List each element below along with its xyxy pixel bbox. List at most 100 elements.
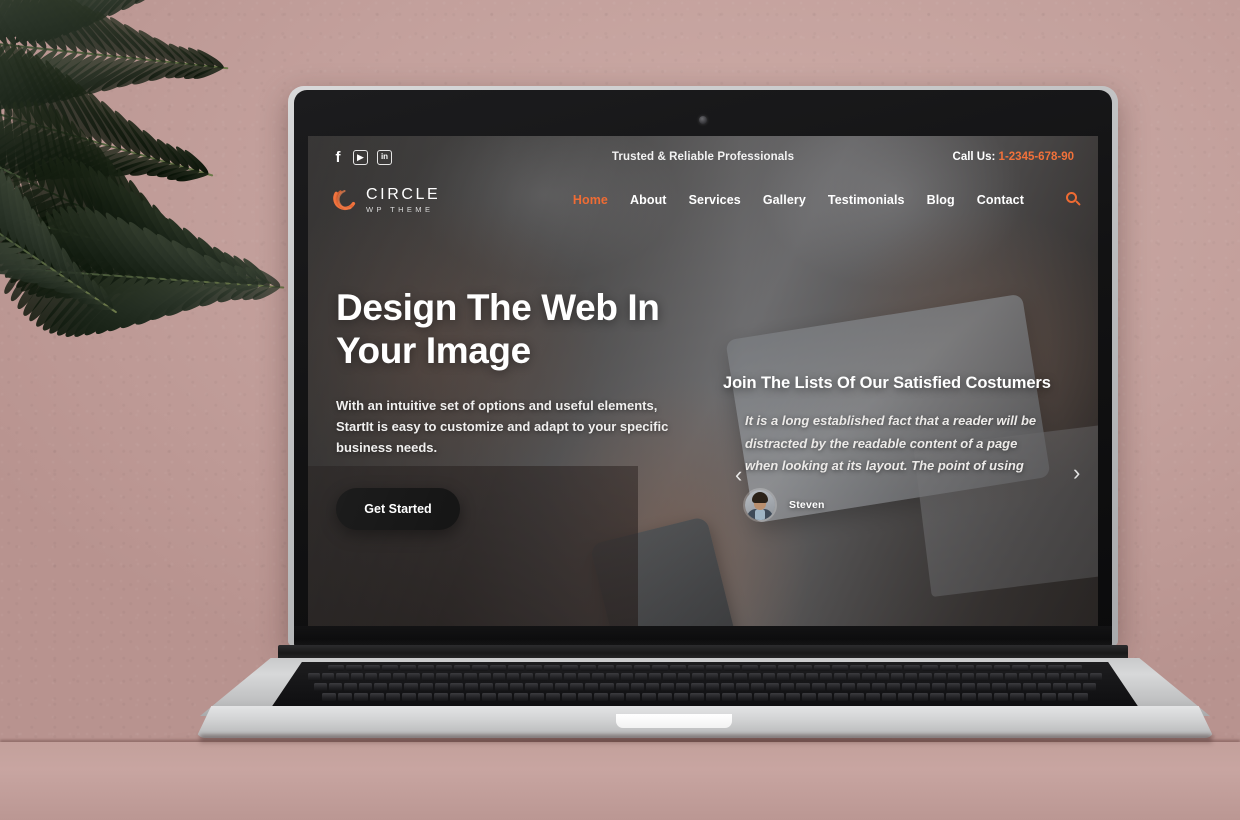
keyboard-key[interactable] [549, 673, 562, 681]
keyboard-key[interactable] [407, 673, 420, 681]
keyboard-key[interactable] [781, 683, 795, 691]
keyboard-key[interactable] [724, 665, 740, 671]
keyboard-key[interactable] [498, 693, 512, 701]
keyboard-key[interactable] [1061, 673, 1074, 681]
keyboard-key[interactable] [645, 683, 659, 691]
keyboard-key[interactable] [819, 673, 832, 681]
keyboard-key[interactable] [454, 665, 470, 671]
keyboard-key[interactable] [435, 673, 449, 681]
keyboard-key[interactable] [580, 665, 596, 671]
keyboard-key[interactable] [962, 693, 976, 701]
keyboard-key[interactable] [1058, 693, 1072, 701]
keyboard-key[interactable] [902, 683, 916, 691]
keyboard-key[interactable] [932, 683, 946, 691]
keyboard-key[interactable] [721, 683, 735, 691]
keyboard-key[interactable] [1037, 683, 1051, 691]
keyboard-key[interactable] [419, 683, 433, 691]
keyboard-key[interactable] [594, 693, 608, 701]
keyboard-key[interactable] [540, 683, 554, 691]
keyboard-key[interactable] [1007, 683, 1021, 691]
nav-item-about[interactable]: About [630, 193, 667, 207]
keyboard-key[interactable] [1026, 693, 1040, 701]
keyboard-key[interactable] [562, 665, 578, 671]
keyboard-key[interactable] [562, 693, 576, 701]
keyboard-key[interactable] [940, 665, 956, 671]
keyboard-key[interactable] [382, 665, 398, 671]
keyboard-key[interactable] [751, 683, 765, 691]
keyboard-key[interactable] [434, 693, 448, 701]
keyboard-key[interactable] [378, 673, 392, 681]
keyboard-key[interactable] [328, 665, 344, 671]
keyboard-key[interactable] [882, 693, 896, 701]
keyboard-key[interactable] [688, 665, 704, 671]
phone-number[interactable]: 1-2345-678-90 [999, 151, 1074, 163]
slider-next-arrow[interactable]: › [1073, 462, 1080, 484]
keyboard-key[interactable] [811, 683, 825, 691]
keyboard-key[interactable] [472, 665, 488, 671]
keyboard-key[interactable] [706, 673, 719, 681]
keyboard-key[interactable] [886, 665, 902, 671]
keyboard-key[interactable] [466, 693, 480, 701]
keyboard-key[interactable] [994, 693, 1008, 701]
nav-item-testimonials[interactable]: Testimonials [828, 193, 905, 207]
keyboard-key[interactable] [770, 693, 784, 701]
keyboard-key[interactable] [814, 665, 830, 671]
keyboard-key[interactable] [958, 665, 974, 671]
keyboard-key[interactable] [1089, 673, 1103, 681]
keyboard-key[interactable] [530, 693, 544, 701]
keyboard-key[interactable] [690, 693, 704, 701]
slider-prev-arrow[interactable]: ‹ [735, 464, 742, 486]
keyboard-key[interactable] [922, 665, 938, 671]
site-logo[interactable]: CIRCLE WP THEME [332, 186, 440, 214]
linkedin-icon[interactable]: in [377, 149, 392, 165]
keyboard-key[interactable] [626, 693, 640, 701]
keyboard-key[interactable] [570, 683, 584, 691]
keyboard-key[interactable] [734, 673, 747, 681]
keyboard-key[interactable] [748, 673, 761, 681]
keyboard-key[interactable] [578, 673, 591, 681]
keyboard-key[interactable] [620, 673, 633, 681]
keyboard-key[interactable] [450, 673, 463, 681]
keyboard-key[interactable] [450, 693, 464, 701]
keyboard-key[interactable] [350, 673, 363, 681]
keyboard-key[interactable] [402, 693, 416, 701]
keyboard-key[interactable] [1022, 683, 1036, 691]
keyboard-key[interactable] [359, 683, 373, 691]
keyboard-key[interactable] [978, 693, 992, 701]
keyboard-key[interactable] [818, 693, 832, 701]
keyboard-key[interactable] [832, 665, 848, 671]
keyboard-key[interactable] [706, 665, 722, 671]
keyboard-key[interactable] [994, 665, 1010, 671]
keyboard-key[interactable] [786, 693, 800, 701]
keyboard-key[interactable] [833, 673, 847, 681]
keyboard-key[interactable] [436, 665, 452, 671]
keyboard-key[interactable] [606, 673, 619, 681]
keyboard-key[interactable] [364, 665, 380, 671]
keyboard-key[interactable] [1052, 683, 1066, 691]
keyboard-key[interactable] [862, 673, 875, 681]
keyboard-key[interactable] [675, 683, 689, 691]
keyboard-key[interactable] [856, 683, 870, 691]
keyboard-key[interactable] [670, 665, 686, 671]
keyboard-key[interactable] [1012, 665, 1028, 671]
keyboard-key[interactable] [736, 683, 750, 691]
keyboard-key[interactable] [592, 673, 605, 681]
keyboard-key[interactable] [338, 693, 352, 701]
keyboard-key[interactable] [630, 683, 644, 691]
keyboard-key[interactable] [535, 673, 548, 681]
nav-item-home[interactable]: Home [573, 193, 608, 207]
keyboard-key[interactable] [374, 683, 388, 691]
keyboard-key[interactable] [919, 673, 932, 681]
keyboard-key[interactable] [1042, 693, 1056, 701]
keyboard-key[interactable] [805, 673, 818, 681]
keyboard-key[interactable] [490, 665, 506, 671]
keyboard-key[interactable] [658, 693, 672, 701]
keyboard-key[interactable] [434, 683, 448, 691]
keyboard-key[interactable] [1033, 673, 1046, 681]
keyboard-key[interactable] [336, 673, 349, 681]
keyboard-key[interactable] [418, 693, 432, 701]
keyboard-key[interactable] [508, 665, 524, 671]
keyboard-key[interactable] [990, 673, 1003, 681]
keyboard-key[interactable] [866, 693, 880, 701]
keyboard-key[interactable] [652, 665, 668, 671]
